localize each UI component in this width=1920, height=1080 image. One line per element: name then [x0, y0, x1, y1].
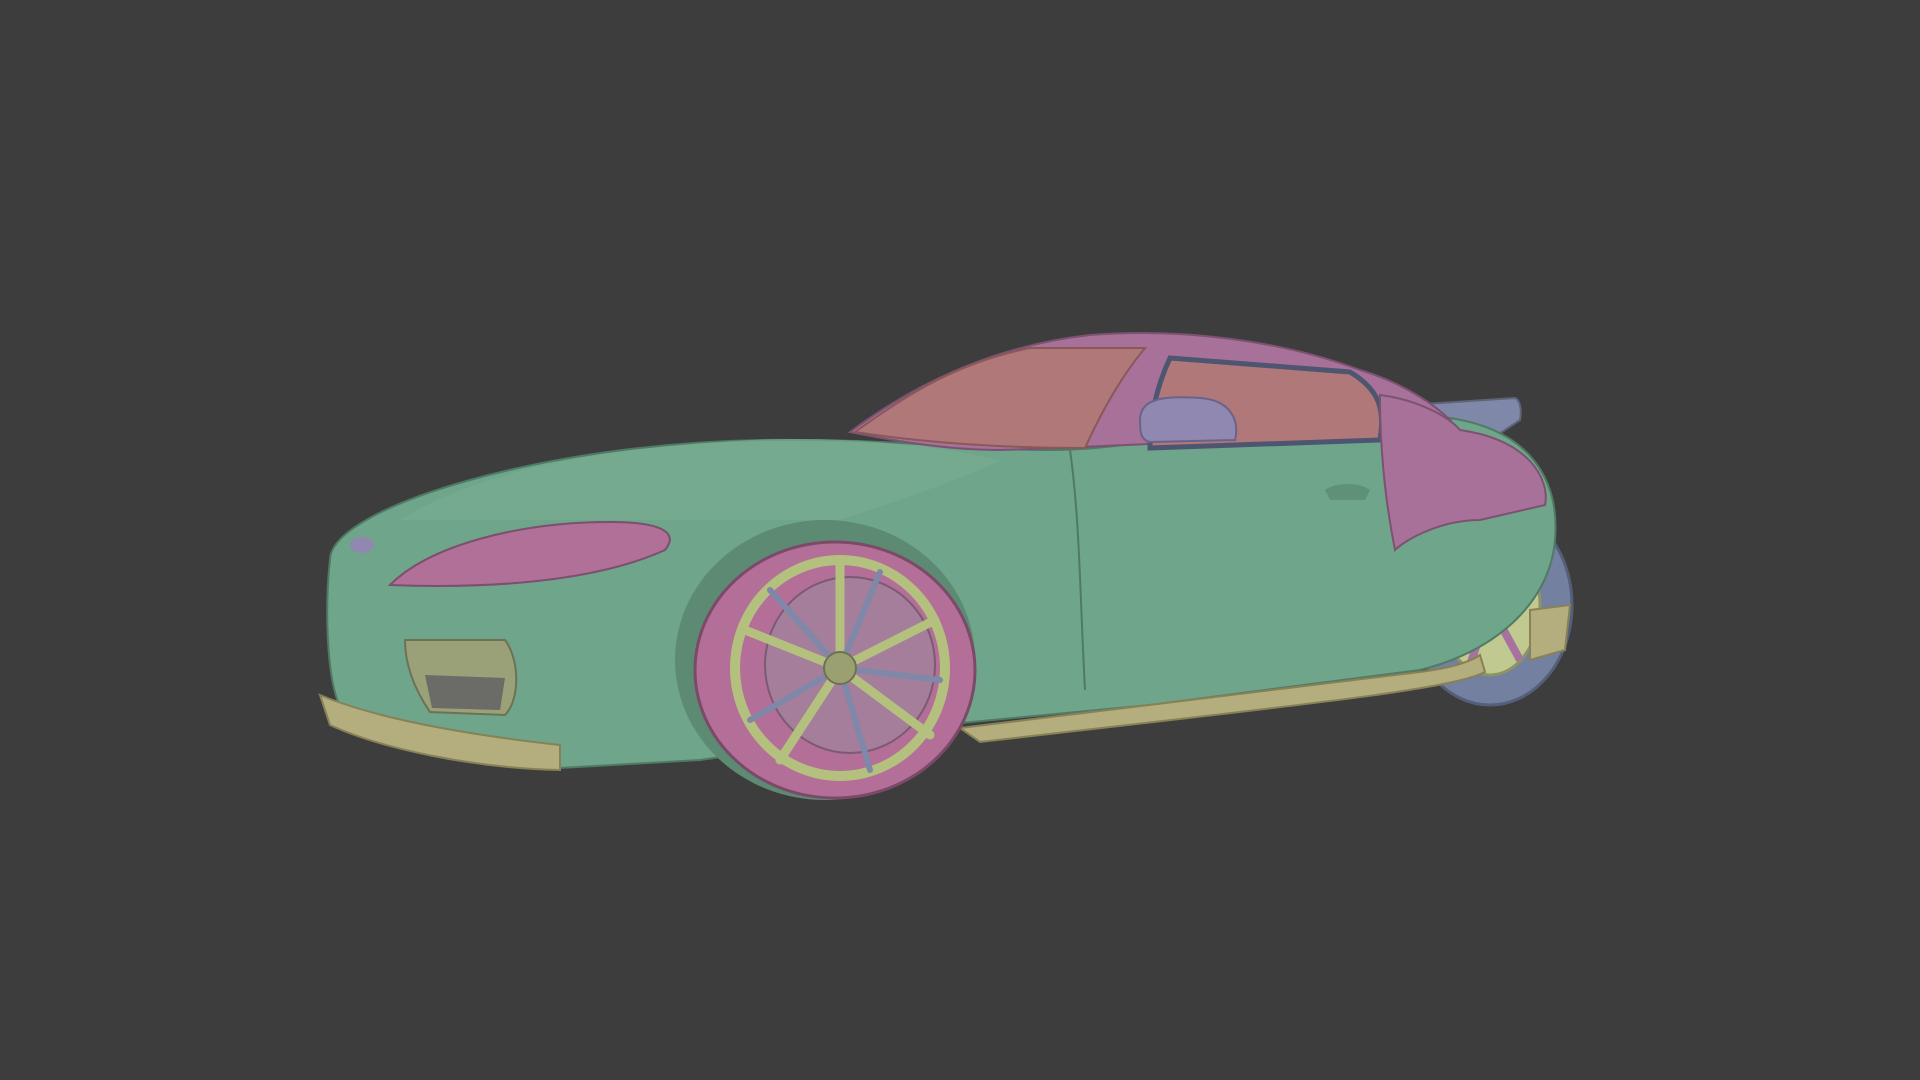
car-model[interactable]	[0, 0, 1920, 1080]
front-grille-mesh	[425, 675, 505, 710]
3d-viewport[interactable]	[0, 0, 1920, 1080]
front-emblem	[350, 537, 374, 553]
side-mirror	[1138, 396, 1238, 444]
front-wheel-hub	[823, 651, 857, 685]
